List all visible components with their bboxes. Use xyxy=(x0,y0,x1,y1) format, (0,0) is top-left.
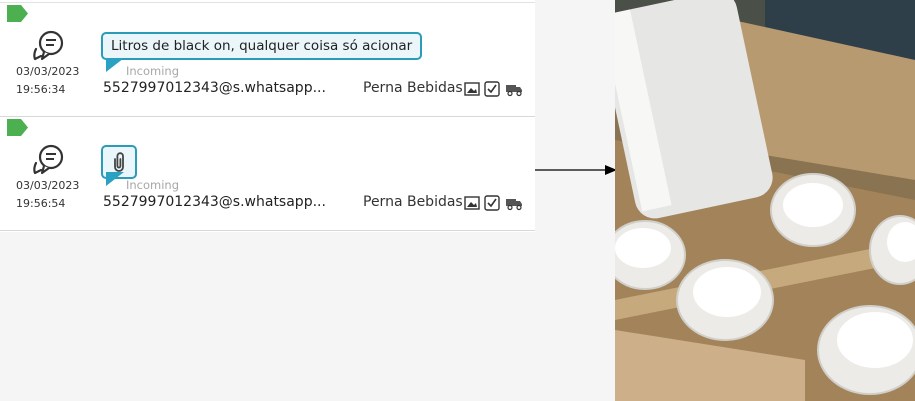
message-time: 19:56:34 xyxy=(16,83,66,96)
message-list: 03/03/2023 19:56:34 Litros de black on, … xyxy=(0,0,535,232)
flag-icon xyxy=(7,5,28,22)
flag-icon xyxy=(7,119,28,136)
contact-name: Perna Bebidas xyxy=(363,80,463,96)
attachment-image-preview xyxy=(615,0,915,401)
message-bubble[interactable]: Litros de black on, qualquer coisa só ac… xyxy=(101,32,423,60)
message-date: 03/03/2023 xyxy=(16,179,80,192)
paperclip-icon xyxy=(114,152,124,172)
image-icon[interactable] xyxy=(464,195,480,211)
checkbox-icon[interactable] xyxy=(484,81,500,97)
sender-id: 5527997012343@s.whatsapp... xyxy=(103,194,326,210)
chat-bubbles-icon xyxy=(33,30,64,61)
contact-name: Perna Bebidas xyxy=(363,194,463,210)
checkbox-icon[interactable] xyxy=(484,195,500,211)
truck-icon[interactable] xyxy=(505,195,523,211)
direction-label: Incoming xyxy=(126,64,180,78)
message-row[interactable]: 03/03/2023 19:56:34 Litros de black on, … xyxy=(0,2,535,116)
direction-label: Incoming xyxy=(126,178,180,192)
arrow-right-icon xyxy=(535,165,617,175)
message-row[interactable]: 03/03/2023 19:56:54 Incoming 55279970123… xyxy=(0,116,535,231)
bubble-tail xyxy=(106,58,124,72)
image-icon[interactable] xyxy=(464,81,480,97)
chat-bubbles-icon xyxy=(33,144,64,175)
message-time: 19:56:54 xyxy=(16,197,66,210)
message-date: 03/03/2023 xyxy=(16,65,80,78)
bubble-tail xyxy=(106,172,124,186)
sender-id: 5527997012343@s.whatsapp... xyxy=(103,80,326,96)
truck-icon[interactable] xyxy=(505,81,523,97)
